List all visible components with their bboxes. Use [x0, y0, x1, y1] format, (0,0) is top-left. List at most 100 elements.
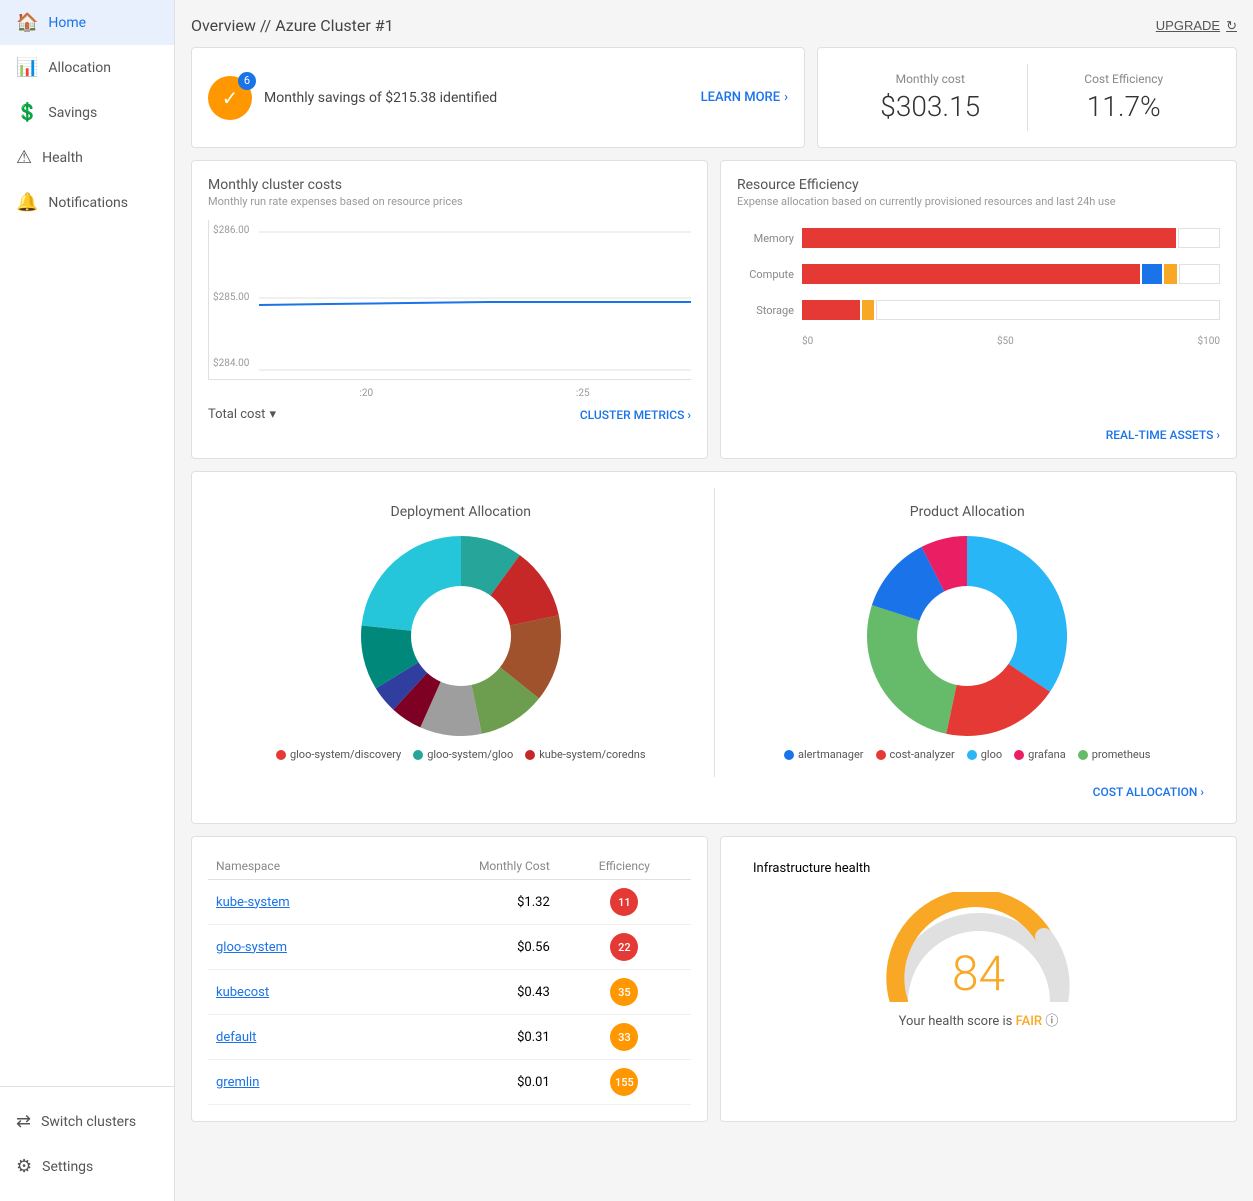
monthly-cost-metric: Monthly cost $303.15: [834, 64, 1027, 131]
efficiency-cell: 33: [558, 1015, 691, 1060]
table-row: default $0.31 33: [208, 1015, 691, 1060]
namespace-link[interactable]: kubecost: [216, 985, 269, 1000]
learn-more-link[interactable]: LEARN MORE ›: [701, 90, 788, 105]
monthly-chart-subtitle: Monthly run rate expenses based on resou…: [208, 195, 691, 208]
sidebar-item-allocation[interactable]: 📊 Allocation: [0, 45, 174, 90]
charts-row: Monthly cluster costs Monthly run rate e…: [191, 160, 1237, 459]
storage-white-segment: [876, 300, 1220, 320]
compute-white-segment: [1179, 264, 1220, 284]
sidebar-item-savings[interactable]: 💲 Savings: [0, 90, 174, 135]
bottom-row: Namespace Monthly Cost Efficiency kube-s…: [191, 836, 1237, 1122]
deployment-pie-chart: [361, 536, 561, 736]
legend-discovery: gloo-system/discovery: [276, 748, 401, 761]
sidebar-item-home[interactable]: 🏠 Home: [0, 0, 174, 45]
product-pie-chart: [867, 536, 1067, 736]
top-row: ✓ 6 Monthly savings of $215.38 identifie…: [191, 47, 1237, 148]
monthly-cost-value: $303.15: [850, 90, 1011, 123]
bar-chart: Memory Compute: [737, 220, 1220, 420]
deployment-allocation-section: Deployment Allocation: [208, 488, 714, 777]
legend-dot: [876, 750, 886, 760]
compute-blue-segment: [1142, 264, 1163, 284]
savings-icon: 💲: [16, 102, 38, 123]
chevron-right-icon: ›: [1200, 785, 1204, 799]
storage-label: Storage: [737, 304, 802, 317]
resource-chart-subtitle: Expense allocation based on currently pr…: [737, 195, 1220, 208]
settings-icon: ⚙: [16, 1156, 32, 1177]
namespace-table: Namespace Monthly Cost Efficiency kube-s…: [208, 853, 691, 1105]
namespace-link[interactable]: gremlin: [216, 1075, 259, 1090]
memory-label: Memory: [737, 232, 802, 245]
efficiency-badge: 11: [610, 888, 638, 916]
product-pie-container: [731, 536, 1205, 736]
memory-white-segment: [1178, 228, 1220, 248]
resource-chart-title: Resource Efficiency: [737, 177, 1220, 193]
memory-bar-row: Memory: [737, 228, 1220, 248]
y-label-284: $284.00: [213, 358, 249, 369]
namespace-link[interactable]: kube-system: [216, 895, 290, 910]
total-cost-dropdown[interactable]: Total cost ▾: [208, 407, 276, 422]
line-chart-svg: [209, 220, 691, 379]
allocation-icon: 📊: [16, 57, 38, 78]
legend-dot: [1014, 750, 1024, 760]
sidebar-settings[interactable]: ⚙ Settings: [0, 1144, 174, 1189]
namespace-link[interactable]: default: [216, 1030, 256, 1045]
efficiency-cell: 22: [558, 925, 691, 970]
monthly-cost-col-header: Monthly Cost: [386, 853, 558, 880]
efficiency-badge: 155: [610, 1068, 638, 1096]
table-row: gloo-system $0.56 22: [208, 925, 691, 970]
storage-bar-row: Storage: [737, 300, 1220, 320]
x-axis-100: $100: [1198, 336, 1220, 347]
upgrade-button[interactable]: UPGRADE ↻: [1156, 18, 1237, 34]
allocation-card: Deployment Allocation: [191, 471, 1237, 824]
line-chart: $286.00 $285.00 $284.00: [208, 220, 691, 380]
efficiency-value: 11.7%: [1044, 90, 1205, 123]
compute-bar: [802, 264, 1220, 284]
sidebar-item-home-label: Home: [48, 15, 86, 31]
cost-cell: $0.31: [386, 1015, 558, 1060]
compute-red-segment: [802, 264, 1140, 284]
main-content: Overview // Azure Cluster #1 UPGRADE ↻ ✓…: [175, 0, 1253, 1201]
sidebar-item-health[interactable]: ⚠ Health: [0, 135, 174, 180]
health-card: Infrastructure health 84 Your health sco…: [720, 836, 1237, 1122]
notifications-icon: 🔔: [16, 192, 38, 213]
cluster-metrics-link[interactable]: CLUSTER METRICS ›: [580, 408, 691, 422]
memory-bar: [802, 228, 1220, 248]
health-icon: ⚠: [16, 147, 32, 168]
deployment-legend: gloo-system/discovery gloo-system/gloo k…: [224, 748, 698, 761]
x-axis-0: $0: [802, 336, 813, 347]
health-title: Infrastructure health: [737, 853, 1220, 876]
cost-cell: $0.43: [386, 970, 558, 1015]
product-legend: alertmanager cost-analyzer gloo grafana: [731, 748, 1205, 761]
monthly-costs-card: Monthly cluster costs Monthly run rate e…: [191, 160, 708, 459]
x-label-20: :20: [359, 388, 373, 399]
monthly-chart-title: Monthly cluster costs: [208, 177, 691, 193]
chevron-right-icon: ›: [687, 408, 691, 422]
sidebar-item-notifications-label: Notifications: [48, 195, 128, 211]
compute-bar-row: Compute: [737, 264, 1220, 284]
cost-allocation-link[interactable]: COST ALLOCATION ›: [208, 777, 1220, 807]
dropdown-arrow-icon: ▾: [269, 407, 276, 422]
sidebar-nav: 🏠 Home 📊 Allocation 💲 Savings ⚠ Health 🔔…: [0, 0, 174, 1086]
sidebar-bottom: ⇄ Switch clusters ⚙ Settings: [0, 1086, 174, 1201]
sidebar-switch-clusters[interactable]: ⇄ Switch clusters: [0, 1099, 174, 1144]
memory-red-segment: [802, 228, 1176, 248]
health-quality: FAIR: [1016, 1014, 1043, 1029]
x-axis-50: $50: [997, 336, 1014, 347]
efficiency-label: Cost Efficiency: [1044, 72, 1205, 86]
real-time-assets-link[interactable]: REAL-TIME ASSETS ›: [737, 428, 1220, 442]
deployment-pie-container: [224, 536, 698, 736]
switch-clusters-label: Switch clusters: [41, 1114, 136, 1130]
cost-cell: $0.56: [386, 925, 558, 970]
cost-efficiency-metric: Cost Efficiency 11.7%: [1027, 64, 1221, 131]
sidebar-item-health-label: Health: [42, 150, 83, 166]
resource-efficiency-card: Resource Efficiency Expense allocation b…: [720, 160, 1237, 459]
x-label-25: :25: [576, 388, 590, 399]
legend-dot: [525, 750, 535, 760]
y-label-285: $285.00: [213, 292, 249, 303]
x-labels: :20 :25: [208, 388, 691, 399]
savings-icon-wrap: ✓ 6: [208, 76, 252, 120]
efficiency-badge: 33: [610, 1023, 638, 1051]
sidebar-item-notifications[interactable]: 🔔 Notifications: [0, 180, 174, 225]
namespace-link[interactable]: gloo-system: [216, 940, 287, 955]
health-score: 84: [952, 945, 1005, 1002]
